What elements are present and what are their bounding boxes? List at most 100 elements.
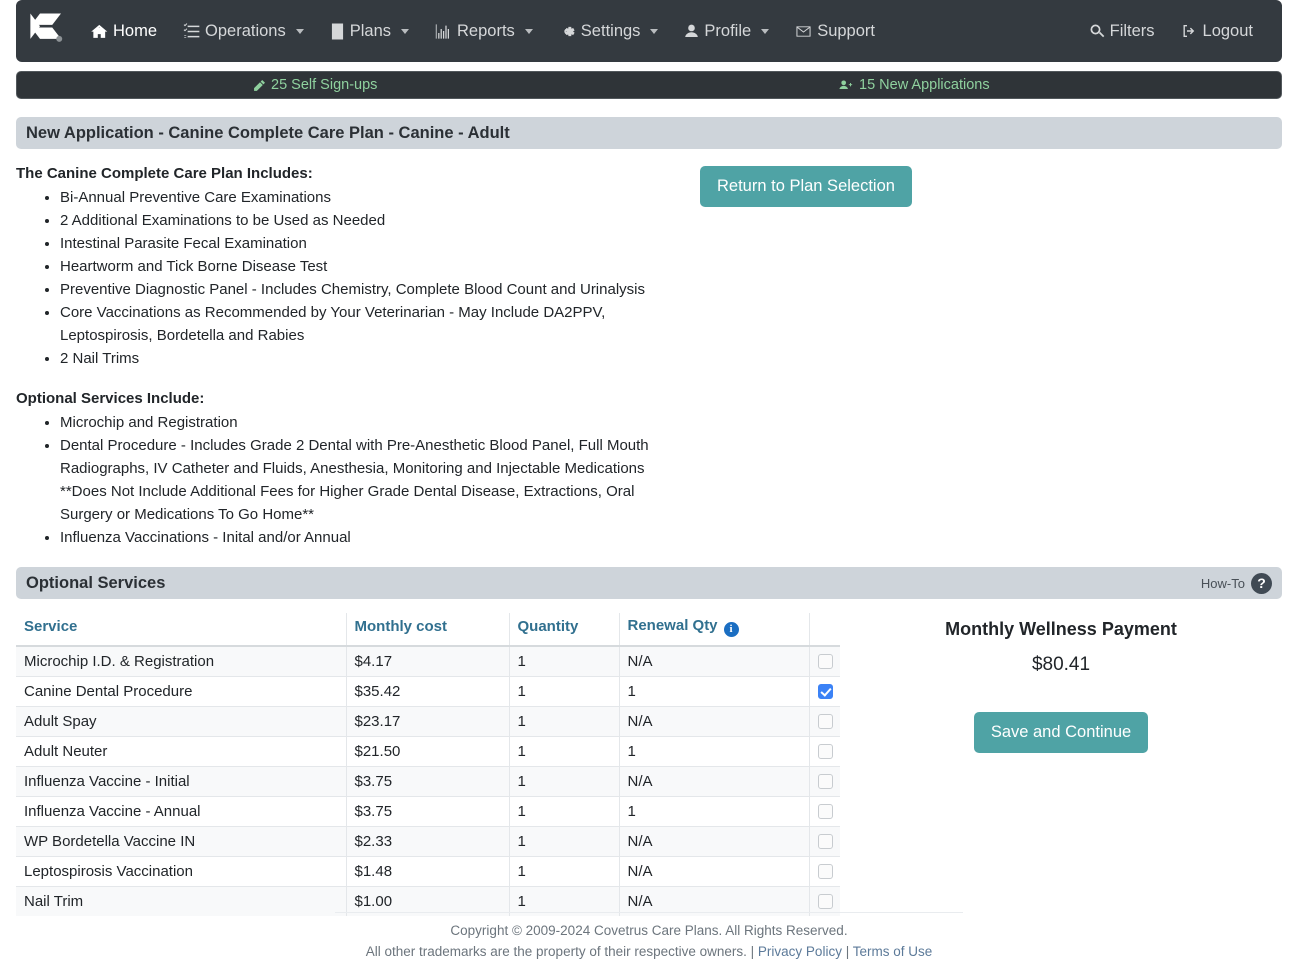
- cell-select: [808, 855, 840, 886]
- service-checkbox[interactable]: [817, 653, 833, 669]
- navbar-right-actions: Filters Logout: [1076, 14, 1272, 49]
- user-plus-icon: [839, 79, 854, 92]
- cell-quantity: 1: [508, 855, 619, 886]
- page-title: New Application - Canine Complete Care P…: [26, 123, 510, 142]
- cell-service: Adult Neuter: [16, 735, 346, 766]
- cell-select: [808, 645, 840, 676]
- notification-self-signups[interactable]: 25 Self Sign-ups: [253, 77, 377, 93]
- footer-divider: [335, 912, 963, 913]
- table-row: Influenza Vaccine - Initial $3.75 1 N/A: [16, 765, 840, 796]
- cell-monthly-cost: $21.50: [345, 735, 509, 766]
- optional-services-section: Optional Services How-To ? Service Month…: [16, 567, 1282, 916]
- table-row: WP Bordetella Vaccine IN $2.33 1 N/A: [16, 825, 840, 856]
- pencil-icon: [253, 79, 266, 92]
- cell-service: WP Bordetella Vaccine IN: [16, 825, 346, 856]
- terms-of-use-link[interactable]: Terms of Use: [853, 944, 933, 959]
- cell-select: [808, 735, 840, 766]
- info-icon[interactable]: i: [723, 621, 739, 637]
- service-checkbox[interactable]: [817, 713, 833, 729]
- cell-renewal-qty: N/A: [618, 765, 809, 796]
- cell-quantity: 1: [508, 675, 619, 706]
- chevron-down-icon: [295, 28, 304, 34]
- footer-trademark-line: All other trademarks are the property of…: [0, 941, 1298, 962]
- return-button-column: Return to Plan Selection: [676, 165, 912, 549]
- service-checkbox[interactable]: [817, 893, 833, 909]
- chevron-down-icon: [401, 28, 410, 34]
- monthly-wellness-payment-amount: $80.41: [1031, 654, 1091, 675]
- table-header-row: Service Monthly cost Quantity Renewal Qt…: [16, 613, 840, 647]
- list-item: Microchip and Registration: [60, 411, 676, 434]
- nav-item-reports[interactable]: Reports: [422, 14, 546, 49]
- chart-icon: [435, 23, 452, 40]
- cell-select: [808, 765, 840, 796]
- cell-quantity: 1: [508, 735, 619, 766]
- privacy-policy-link[interactable]: Privacy Policy: [758, 944, 842, 959]
- cell-monthly-cost: $3.75: [345, 765, 509, 796]
- book-icon: [330, 23, 345, 40]
- nav-label-plans: Plans: [349, 21, 392, 40]
- service-checkbox[interactable]: [817, 683, 833, 699]
- column-header-renewal-qty-label: Renewal Qty: [627, 617, 718, 634]
- cell-renewal-qty: 1: [618, 795, 809, 826]
- cell-monthly-cost: $23.17: [345, 705, 509, 736]
- table-row: Microchip I.D. & Registration $4.17 1 N/A: [16, 645, 840, 676]
- how-to-button[interactable]: How-To ?: [1201, 572, 1272, 594]
- services-table-head: Service Monthly cost Quantity Renewal Qt…: [16, 613, 840, 647]
- nav-item-logout[interactable]: Logout: [1168, 14, 1266, 49]
- monthly-wellness-payment-label: Monthly Wellness Payment: [945, 619, 1177, 639]
- plan-description-section: The Canine Complete Care Plan Includes: …: [16, 165, 1282, 549]
- cell-renewal-qty: 1: [618, 675, 809, 706]
- user-icon: [684, 23, 699, 40]
- cell-quantity: 1: [508, 825, 619, 856]
- cell-monthly-cost: $35.42: [345, 675, 509, 706]
- footer-trademark-text: All other trademarks are the property of…: [365, 944, 755, 959]
- service-checkbox[interactable]: [817, 743, 833, 759]
- table-row: Adult Neuter $21.50 1 1: [16, 735, 840, 766]
- navbar-links: Home Operations Plans Reports Settings P…: [78, 14, 1076, 49]
- chevron-down-icon: [761, 28, 770, 34]
- service-checkbox[interactable]: [817, 833, 833, 849]
- footer-copyright: Copyright © 2009-2024 Covetrus Care Plan…: [450, 923, 848, 938]
- cell-select: [808, 675, 840, 706]
- nav-item-plans[interactable]: Plans: [317, 14, 422, 49]
- notification-new-applications-label: 15 New Applications: [859, 77, 990, 93]
- cell-monthly-cost: $3.75: [345, 795, 509, 826]
- nav-item-profile[interactable]: Profile: [671, 14, 782, 49]
- optional-services-list: Microchip and Registration Dental Proced…: [16, 411, 676, 549]
- cell-quantity: 1: [508, 795, 619, 826]
- list-item: Bi-Annual Preventive Care Examinations: [60, 186, 676, 209]
- service-checkbox[interactable]: [817, 803, 833, 819]
- services-table-wrapper: Service Monthly cost Quantity Renewal Qt…: [16, 613, 840, 916]
- column-header-renewal-qty: Renewal Qty i: [618, 613, 809, 647]
- cell-service: Influenza Vaccine - Initial: [16, 765, 346, 796]
- nav-item-support[interactable]: Support: [782, 14, 888, 49]
- cell-quantity: 1: [508, 645, 619, 676]
- column-header-quantity: Quantity: [508, 613, 619, 647]
- cell-renewal-qty: N/A: [618, 645, 809, 676]
- optional-services-body: Service Monthly cost Quantity Renewal Qt…: [16, 613, 1282, 916]
- column-header-service: Service: [16, 613, 346, 647]
- table-row: Canine Dental Procedure $35.42 1 1: [16, 675, 840, 706]
- nav-item-operations[interactable]: Operations: [170, 14, 317, 49]
- chevron-down-icon: [524, 28, 533, 34]
- services-table: Service Monthly cost Quantity Renewal Qt…: [16, 613, 840, 916]
- nav-label-home: Home: [113, 21, 158, 40]
- cell-quantity: 1: [508, 705, 619, 736]
- notification-new-applications[interactable]: 15 New Applications: [839, 77, 990, 93]
- service-checkbox[interactable]: [817, 863, 833, 879]
- return-to-plan-selection-button[interactable]: Return to Plan Selection: [700, 166, 912, 207]
- cell-service: Canine Dental Procedure: [16, 675, 346, 706]
- save-and-continue-button[interactable]: Save and Continue: [973, 712, 1149, 753]
- covetrus-logo[interactable]: [16, 0, 78, 62]
- nav-item-filters[interactable]: Filters: [1076, 14, 1168, 49]
- footer-separator: |: [845, 944, 850, 959]
- service-checkbox[interactable]: [817, 773, 833, 789]
- nav-item-home[interactable]: Home: [78, 14, 170, 49]
- list-item: Intestinal Parasite Fecal Examination: [60, 232, 676, 255]
- payment-summary: Monthly Wellness Payment $80.41 Save and…: [840, 613, 1282, 916]
- nav-item-settings[interactable]: Settings: [546, 14, 672, 49]
- cell-service: Leptospirosis Vaccination: [16, 855, 346, 886]
- page-footer: Copyright © 2009-2024 Covetrus Care Plan…: [0, 912, 1298, 962]
- save-button-wrapper: Save and Continue: [840, 712, 1282, 753]
- list-item: Dental Procedure - Includes Grade 2 Dent…: [60, 434, 676, 526]
